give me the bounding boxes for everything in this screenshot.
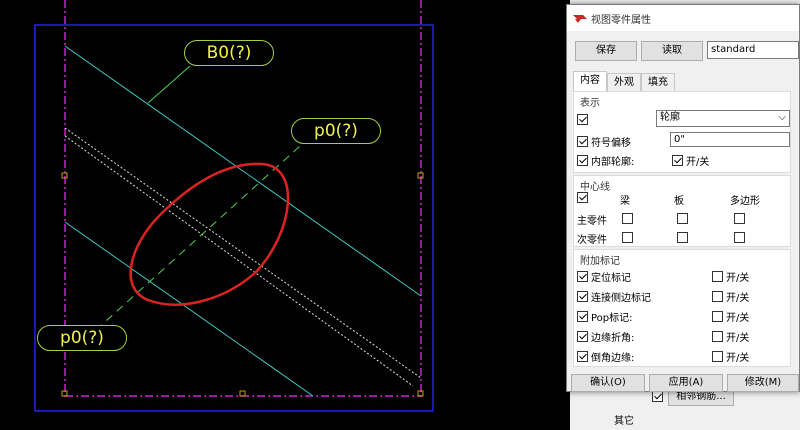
secondary-plate-checkbox[interactable] [677, 232, 688, 243]
row-main-part: 主零件 [577, 216, 607, 227]
b0-leader [147, 65, 191, 104]
display-group: 表示 轮廓 ⌵ 符号偏移 0" 内部轮廓: 开/关 [573, 91, 791, 173]
pop-mark-label: Pop标记: [591, 313, 633, 324]
edge-bend-label: 边缘折角: [591, 333, 635, 344]
edge-bend-toggle[interactable] [712, 331, 723, 342]
beam-edge-bottom [64, 221, 314, 397]
tab-strip: 内容 外观 填充 [573, 71, 675, 91]
positioning-mark-toggle[interactable] [712, 271, 723, 282]
connecting-side-label: 连接侧边标记 [591, 293, 651, 304]
beam-edge-top [64, 45, 422, 297]
display-checkbox[interactable] [577, 114, 588, 125]
inner-contour-toggle-label: 开/关 [686, 157, 710, 168]
centerline-group: 中心线 梁 板 多边形 主零件 次零件 [573, 175, 791, 247]
modify-button[interactable]: 修改(M) [727, 374, 799, 392]
dialog-titlebar[interactable]: 视图零件属性 [567, 5, 799, 31]
label-p0-bottom[interactable]: p0(?) [37, 325, 127, 351]
adjacent-checkbox[interactable] [652, 391, 663, 402]
tab-appearance[interactable]: 外观 [607, 73, 641, 91]
tab-fill[interactable]: 填充 [641, 73, 675, 91]
connecting-side-checkbox[interactable] [577, 291, 588, 302]
inner-contour-label: 内部轮廓: [591, 157, 635, 168]
label-b0[interactable]: B0(?) [184, 40, 274, 66]
label-p0-top[interactable]: p0(?) [291, 118, 381, 144]
connecting-side-toggle[interactable] [712, 291, 723, 302]
col-plate: 板 [674, 196, 684, 207]
chevron-down-icon: ⌵ [778, 112, 786, 123]
cad-drawing-canvas[interactable]: B0(?) p0(?) p0(?) [0, 0, 570, 430]
drawing-frame [34, 24, 434, 412]
inner-contour-toggle[interactable] [672, 155, 683, 166]
display-group-title: 表示 [580, 98, 600, 109]
cad-drawing [34, 0, 434, 412]
pop-mark-toggle-label: 开/关 [726, 313, 750, 324]
positioning-mark-checkbox[interactable] [577, 271, 588, 282]
connecting-side-toggle-label: 开/关 [726, 293, 750, 304]
save-button[interactable]: 保存 [575, 41, 637, 61]
dialog-title: 视图零件属性 [591, 14, 651, 26]
centerline-group-title: 中心线 [580, 182, 610, 193]
preset-select[interactable]: standard [707, 41, 799, 59]
view-part-properties-dialog: 视图零件属性 保存 读取 standard 内容 外观 填充 表示 轮廓 ⌵ 符… [566, 4, 800, 392]
app-icon [573, 15, 587, 23]
apply-button[interactable]: 应用(A) [649, 374, 723, 392]
col-beam: 梁 [620, 196, 630, 207]
main-plate-checkbox[interactable] [677, 213, 688, 224]
pop-mark-checkbox[interactable] [577, 311, 588, 322]
extra-marks-group-title: 附加标记 [580, 256, 620, 267]
display-mode-select[interactable]: 轮廓 ⌵ [656, 110, 790, 127]
row-secondary-part: 次零件 [577, 235, 607, 246]
chamfer-edge-toggle-label: 开/关 [726, 353, 750, 364]
edge-bend-checkbox[interactable] [577, 331, 588, 342]
extra-marks-group: 附加标记 定位标记 开/关 连接侧边标记 开/关 Pop标记: 开/关 边缘折角 [573, 249, 791, 367]
ok-button[interactable]: 确认(O) [571, 374, 645, 392]
main-beam-checkbox[interactable] [622, 213, 633, 224]
symbol-offset-input[interactable]: 0" [670, 132, 790, 147]
secondary-beam-checkbox[interactable] [622, 232, 633, 243]
tab-content[interactable]: 内容 [573, 71, 607, 91]
inner-contour-checkbox[interactable] [577, 155, 588, 166]
pop-mark-toggle[interactable] [712, 311, 723, 322]
secondary-polygon-checkbox[interactable] [734, 232, 745, 243]
chamfer-edge-checkbox[interactable] [577, 351, 588, 362]
symbol-offset-label: 符号偏移 [591, 138, 631, 149]
nodes [61, 172, 424, 397]
chamfer-edge-label: 倒角边缘: [591, 353, 635, 364]
highlight-ellipse [129, 162, 290, 306]
main-polygon-checkbox[interactable] [734, 213, 745, 224]
read-button[interactable]: 读取 [641, 41, 703, 61]
positioning-mark-label: 定位标记 [591, 273, 631, 284]
centerline-checkbox[interactable] [577, 192, 588, 203]
other-label: 其它 [614, 416, 634, 427]
symbol-offset-checkbox[interactable] [577, 136, 588, 147]
display-mode-value: 轮廓 [660, 112, 680, 123]
positioning-mark-toggle-label: 开/关 [726, 273, 750, 284]
chamfer-edge-toggle[interactable] [712, 351, 723, 362]
col-polygon: 多边形 [730, 196, 760, 207]
edge-bend-toggle-label: 开/关 [726, 333, 750, 344]
